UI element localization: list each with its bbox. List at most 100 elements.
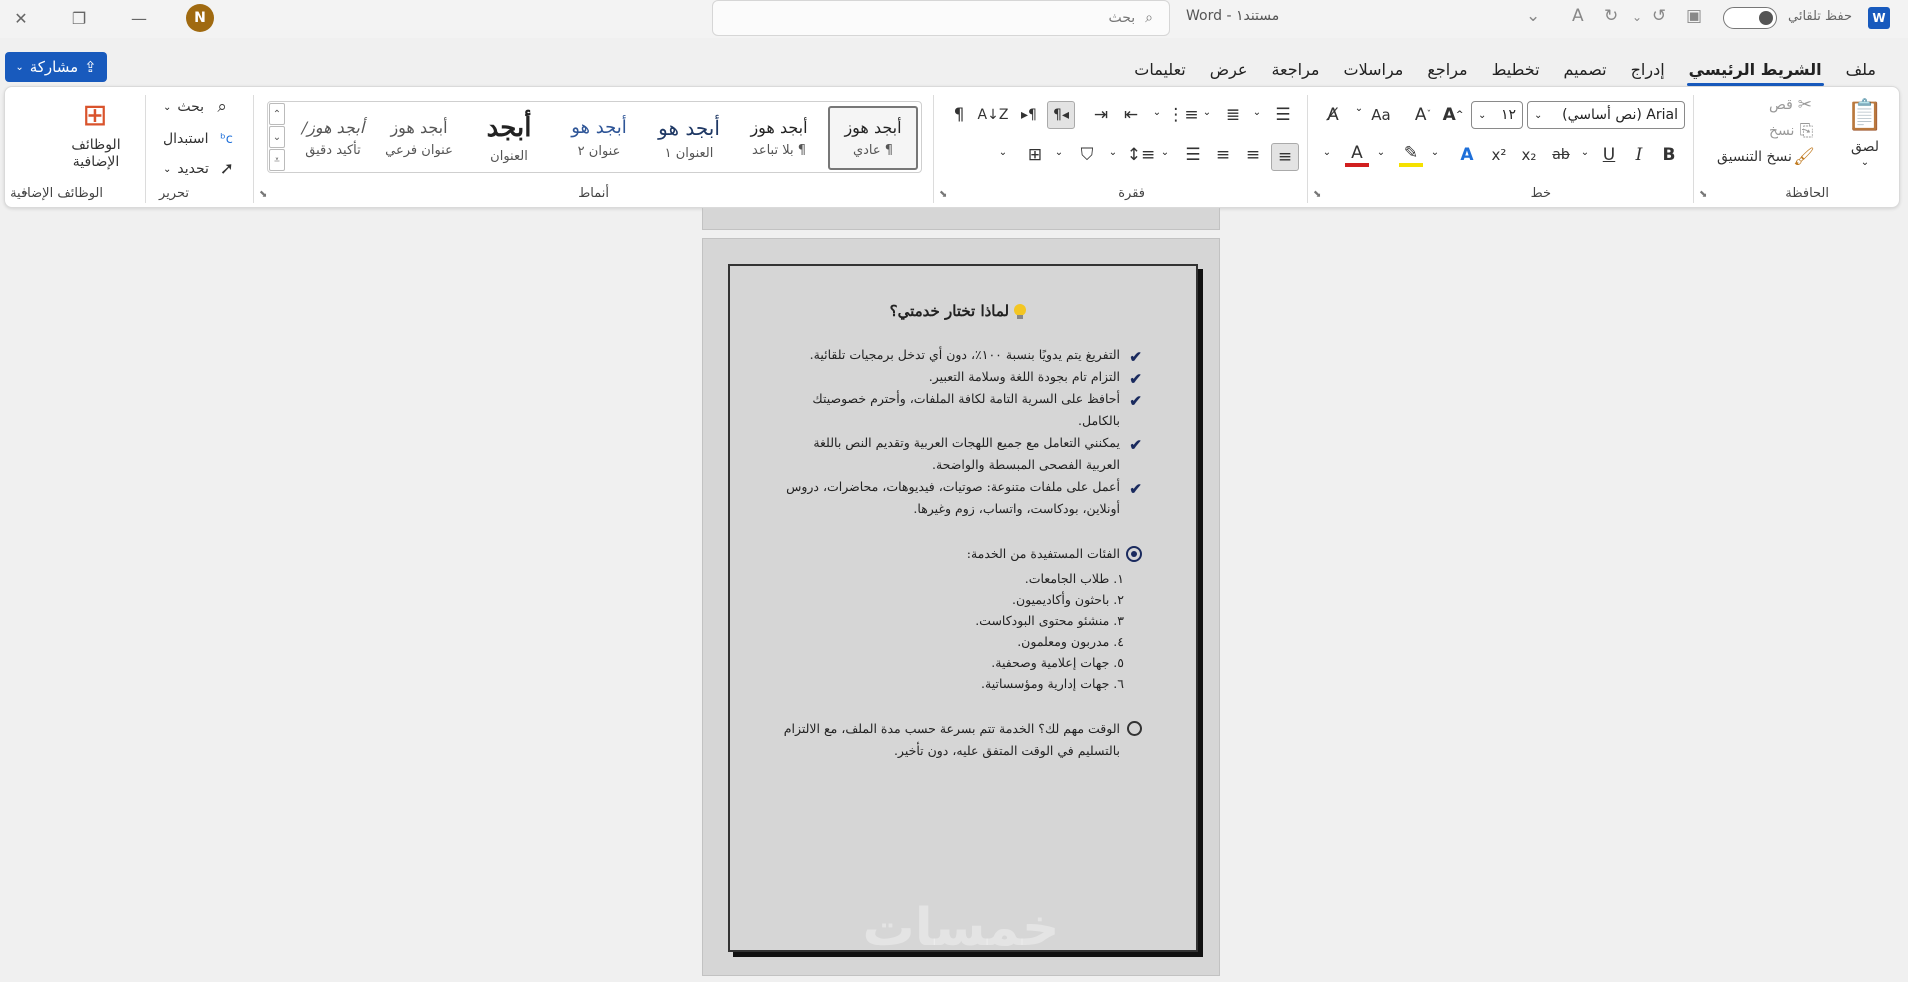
change-case-dropdown-icon[interactable]: ⌄ xyxy=(1353,103,1365,114)
superscript-icon[interactable]: x² xyxy=(1487,143,1511,167)
italic-icon[interactable]: I xyxy=(1627,143,1651,167)
shading-dropdown-icon[interactable]: ⌄ xyxy=(1053,147,1065,158)
text-effects-icon[interactable]: A xyxy=(1455,143,1479,167)
shrink-font-icon[interactable]: Aˇ xyxy=(1411,103,1435,127)
style-title[interactable]: أبجد العنوان xyxy=(464,106,554,170)
undo-icon[interactable]: ↺ xyxy=(1652,6,1666,26)
style-no-spacing[interactable]: أبجد هوز ¶ بلا تباعد xyxy=(734,106,824,170)
underline-dropdown-icon[interactable]: ⌄ xyxy=(1579,147,1591,158)
stopwatch-icon xyxy=(1127,721,1142,736)
shading-icon[interactable]: ⛉ xyxy=(1075,143,1099,167)
align-right-icon[interactable]: ≡ xyxy=(1271,143,1299,171)
font-size-select[interactable]: ١٢ ⌄ xyxy=(1471,101,1523,129)
font-launcher-icon[interactable]: ⬊ xyxy=(1313,189,1325,201)
autosave-toggle[interactable] xyxy=(1723,7,1777,29)
style-subtle-emphasis[interactable]: أبجد هوز/ تأكيد دقيق xyxy=(288,106,378,170)
numbering-dropdown-icon[interactable]: ⌄ xyxy=(1201,107,1213,118)
addins-button[interactable]: الوظائف الإضافية xyxy=(49,137,143,171)
change-case-icon[interactable]: Aa xyxy=(1369,103,1393,127)
ltr-direction-icon[interactable]: ▸¶ xyxy=(1017,103,1041,127)
addins-icon[interactable]: ⊞ xyxy=(75,95,115,135)
find-dropdown-icon: ⌄ xyxy=(163,101,172,113)
qat-customize-icon[interactable]: ⌄ xyxy=(1526,6,1540,26)
cut-button[interactable]: قص xyxy=(1769,97,1793,113)
collapse-ribbon-icon[interactable]: ⌃ xyxy=(17,189,33,203)
tab-references[interactable]: مراجع xyxy=(1415,54,1479,84)
minimize-icon[interactable]: — xyxy=(120,3,158,33)
multilevel-dropdown-icon[interactable]: ⌄ xyxy=(1151,107,1163,118)
underline-icon[interactable]: U xyxy=(1597,143,1621,167)
show-formatting-marks-icon[interactable]: ¶ xyxy=(947,103,971,127)
tab-help[interactable]: تعليمات xyxy=(1122,54,1197,84)
paste-icon[interactable]: 📋 xyxy=(1845,95,1885,135)
borders-dropdown-icon[interactable]: ⌄ xyxy=(997,147,1009,158)
line-spacing-dropdown-icon[interactable]: ⌄ xyxy=(1107,147,1119,158)
justify-dropdown-icon[interactable]: ⌄ xyxy=(1159,147,1171,158)
align-left-icon[interactable]: ≡ xyxy=(1211,143,1235,167)
highlight-icon[interactable]: ✎ xyxy=(1399,143,1423,167)
bullets-dropdown-icon[interactable]: ⌄ xyxy=(1251,107,1263,118)
tab-review[interactable]: مراجعة xyxy=(1259,54,1331,84)
share-button[interactable]: ⇪ مشاركة ⌄ xyxy=(5,52,107,82)
tab-view[interactable]: عرض xyxy=(1198,54,1260,84)
undo-dropdown-icon[interactable]: ⌄ xyxy=(1632,10,1642,24)
increase-indent-icon[interactable]: ⇥ xyxy=(1089,103,1113,127)
paste-dropdown-icon[interactable]: ⌄ xyxy=(1857,157,1873,168)
font-color-icon[interactable]: A xyxy=(1345,143,1369,167)
sort-icon[interactable]: A↓Z xyxy=(978,103,1009,127)
text-effects-dropdown-icon[interactable]: ⌄ xyxy=(1429,147,1441,158)
styles-launcher-icon[interactable]: ⬊ xyxy=(259,189,271,201)
find-button[interactable]: ⌄ بحث ⌕ xyxy=(163,95,234,119)
select-button[interactable]: ⌄ تحديد ➚ xyxy=(163,157,239,181)
avatar[interactable]: N xyxy=(186,4,214,32)
font-name-dropdown-icon: ⌄ xyxy=(1534,109,1543,121)
style-subtitle[interactable]: أبجد هوز عنوان فرعي xyxy=(374,106,464,170)
style-heading-2[interactable]: أبجد هو عنوان ٢ xyxy=(554,106,644,170)
decrease-indent-icon[interactable]: ⇤ xyxy=(1119,103,1143,127)
subscript-icon[interactable]: x₂ xyxy=(1517,143,1541,167)
redo-icon[interactable]: ↻ xyxy=(1604,6,1618,26)
font-style-icon[interactable]: A xyxy=(1572,6,1584,26)
tab-mailings[interactable]: مراسلات xyxy=(1332,54,1416,84)
multilevel-list-icon[interactable]: ⋮≡ xyxy=(1167,103,1198,127)
highlight-dropdown-icon[interactable]: ⌄ xyxy=(1375,147,1387,158)
style-name: عنوان ٢ xyxy=(577,144,621,159)
clipboard-launcher-icon[interactable]: ⬊ xyxy=(1699,189,1711,201)
tab-insert[interactable]: إدراج xyxy=(1619,54,1677,84)
tab-design[interactable]: تصميم xyxy=(1552,54,1619,84)
tab-home[interactable]: الشريط الرئيسي xyxy=(1677,54,1834,86)
grow-font-icon[interactable]: A ^ xyxy=(1441,103,1465,127)
borders-icon[interactable]: ⊞ xyxy=(1023,143,1047,167)
tab-layout[interactable]: تخطيط xyxy=(1480,54,1552,84)
rtl-direction-icon[interactable]: ¶◂ xyxy=(1047,101,1075,129)
styles-scroll-up-icon[interactable]: ⌃ xyxy=(269,103,285,125)
styles-scroll-down-icon[interactable]: ⌄ xyxy=(269,126,285,148)
style-normal[interactable]: أبجد هوز ¶ عادي xyxy=(828,106,918,170)
copy-icon: ⎘ xyxy=(1799,121,1814,141)
separator xyxy=(1693,95,1694,203)
strikethrough-icon[interactable]: ab xyxy=(1549,143,1573,167)
paragraph-launcher-icon[interactable]: ⬊ xyxy=(939,189,951,201)
search-box[interactable]: ⌕ بحث xyxy=(712,0,1170,36)
font-color-dropdown-icon[interactable]: ⌄ xyxy=(1321,147,1333,158)
format-painter-button[interactable]: نسخ التنسيق xyxy=(1717,149,1792,165)
numbering-icon[interactable]: ≣ xyxy=(1221,103,1245,127)
check-icon: ✔ xyxy=(1129,370,1142,388)
style-heading-1[interactable]: أبجد هو العنوان ١ xyxy=(644,106,734,170)
clear-formatting-icon[interactable]: A̸ xyxy=(1321,103,1345,127)
align-center-icon[interactable]: ≡ xyxy=(1241,143,1265,167)
justify-icon[interactable]: ☰ xyxy=(1181,143,1205,167)
style-name: ¶ بلا تباعد xyxy=(752,143,806,158)
bullets-icon[interactable]: ☰ xyxy=(1271,103,1295,127)
tab-file[interactable]: ملف xyxy=(1834,54,1888,84)
paste-button[interactable]: لصق xyxy=(1841,139,1889,155)
copy-button[interactable]: نسخ xyxy=(1769,123,1794,139)
save-icon[interactable]: ▣ xyxy=(1686,6,1702,26)
line-spacing-icon[interactable]: ↕≡ xyxy=(1127,143,1156,167)
styles-more-icon[interactable]: ⩡ xyxy=(269,149,285,171)
close-icon[interactable]: ✕ xyxy=(2,3,40,33)
restore-icon[interactable]: ❐ xyxy=(60,3,98,33)
replace-button[interactable]: استبدال ᵇc xyxy=(163,127,238,151)
bold-icon[interactable]: B xyxy=(1657,143,1681,167)
font-name-select[interactable]: Arial (نص أساسي) ⌄ xyxy=(1527,101,1685,129)
